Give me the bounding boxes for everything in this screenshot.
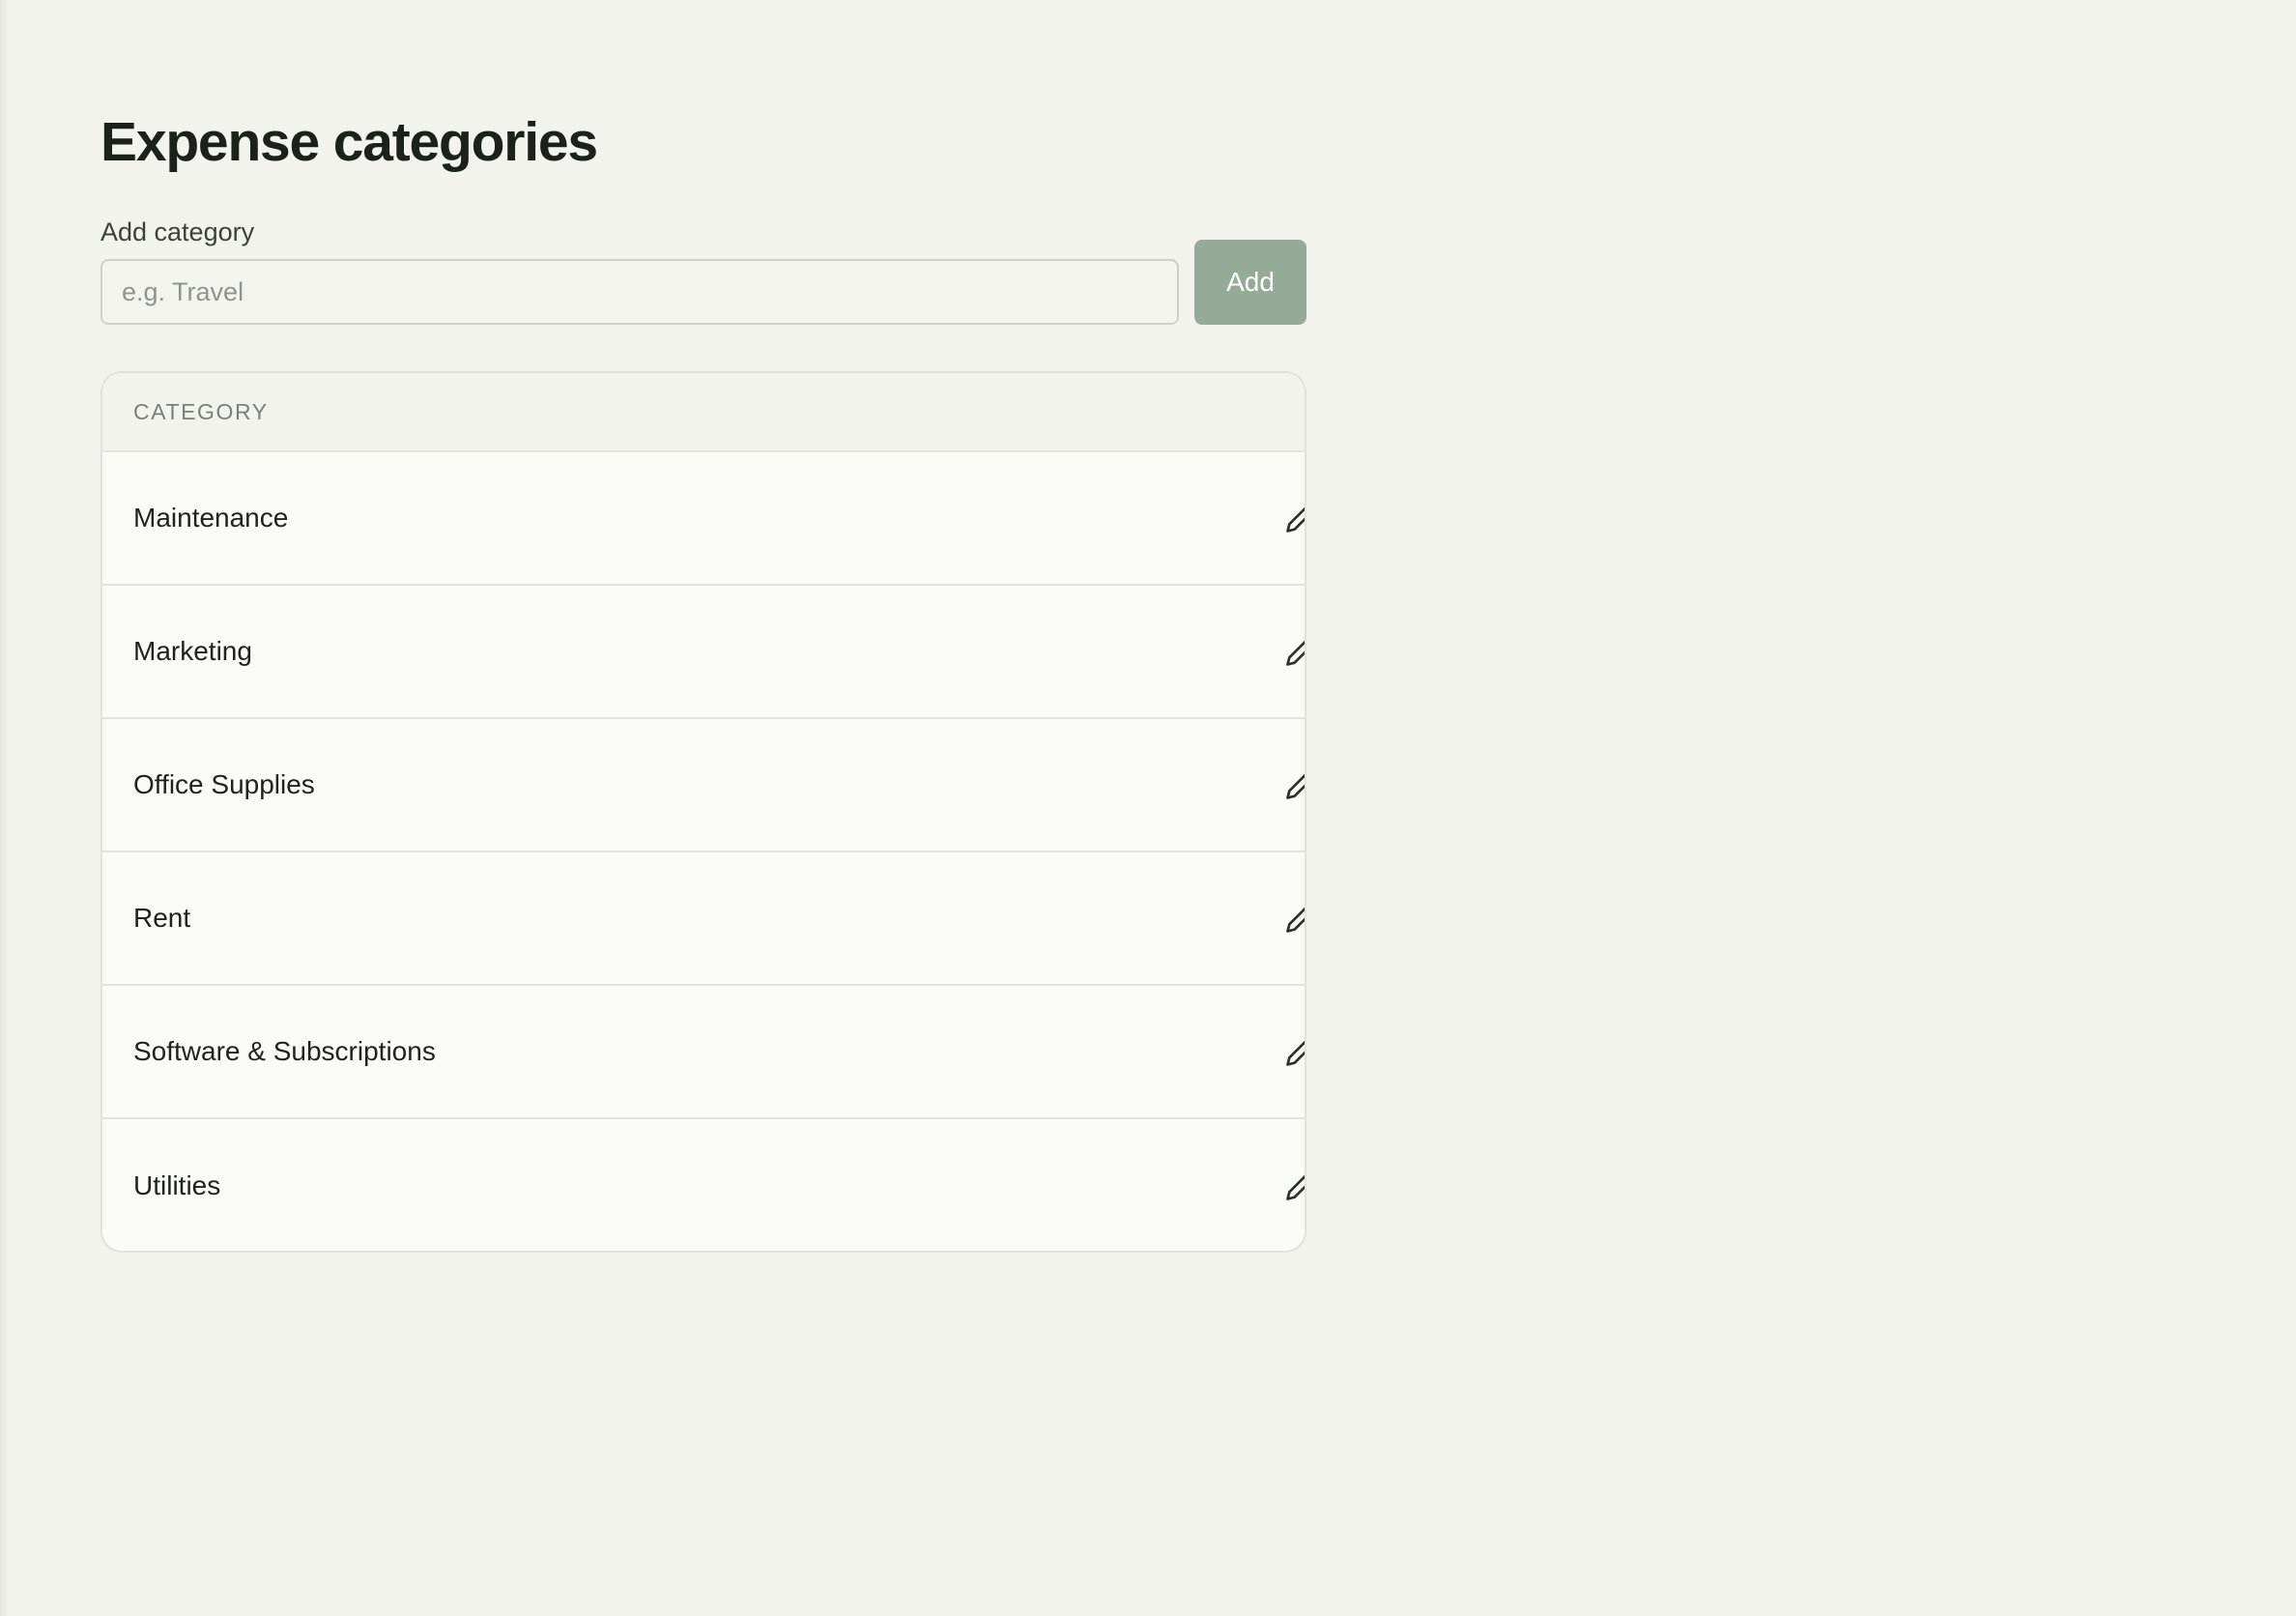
edit-category-button[interactable] [1283,501,1305,535]
table-header: CATEGORY [102,373,1305,452]
edit-category-button[interactable] [1283,1034,1305,1069]
window-edge-shadow [0,0,10,1616]
add-category-form: Add [100,240,1306,325]
pencil-icon [1286,907,1305,933]
category-name: Marketing [133,636,252,666]
categories-table: CATEGORY Maintenance Marketing Office Su… [100,371,1306,1253]
pencil-icon [1286,773,1305,799]
table-row: Rent [102,852,1305,986]
add-category-button[interactable]: Add [1194,240,1306,325]
category-name: Utilities [133,1170,221,1200]
edit-category-button[interactable] [1283,901,1305,936]
pencil-icon [1286,640,1305,666]
pencil-icon [1286,1174,1305,1200]
pencil-icon [1286,1040,1305,1066]
table-row: Maintenance [102,452,1305,586]
page-title: Expense categories [100,111,598,173]
category-name: Office Supplies [133,769,315,799]
edit-category-button[interactable] [1283,1169,1305,1203]
table-row: Software & Subscriptions [102,986,1305,1119]
pencil-icon [1286,506,1305,533]
category-name-input[interactable] [100,259,1179,325]
category-name: Rent [133,903,191,933]
category-name: Maintenance [133,503,289,533]
table-row: Utilities [102,1119,1305,1251]
edit-category-button[interactable] [1283,767,1305,802]
column-header-category: CATEGORY [133,398,269,424]
table-row: Marketing [102,586,1305,719]
edit-category-button[interactable] [1283,634,1305,669]
table-row: Office Supplies [102,719,1305,852]
category-name: Software & Subscriptions [133,1036,436,1066]
